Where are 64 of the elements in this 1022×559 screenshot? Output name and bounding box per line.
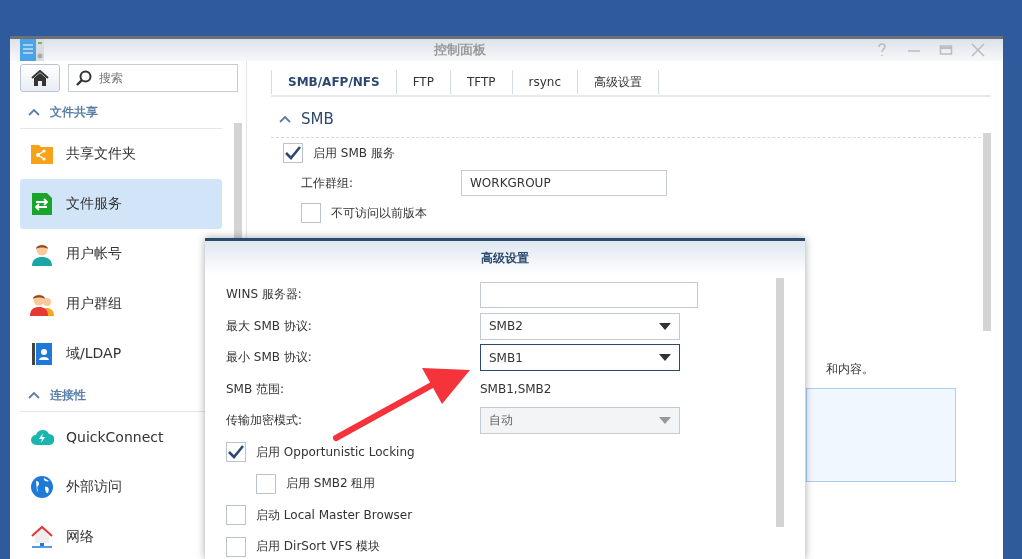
- tab[interactable]: rsync: [512, 70, 579, 94]
- sidebar-item[interactable]: 用户群组: [20, 279, 222, 329]
- globe-icon: [30, 475, 54, 499]
- caret-icon: [659, 354, 671, 362]
- field-label: WINS 服务器:: [226, 286, 303, 304]
- dropdown[interactable]: SMB2: [480, 312, 680, 340]
- description-text: 和内容。: [826, 361, 874, 378]
- folder-icon: [30, 142, 54, 166]
- checkbox[interactable]: [226, 505, 246, 526]
- scrollbar[interactable]: [776, 278, 784, 527]
- field-label: 工作群组:: [301, 174, 355, 192]
- group-heading: 文件共享: [50, 103, 98, 121]
- sidebar-item[interactable]: 网络: [20, 512, 222, 559]
- contact-book-icon: [30, 342, 54, 366]
- checkbox-label: 启用 SMB 服务: [313, 144, 395, 162]
- tab[interactable]: SMB/AFP/NFS: [271, 70, 397, 94]
- sidebar-item[interactable]: QuickConnect: [20, 412, 222, 462]
- checkbox-label: 启用 DirSort VFS 模块: [256, 538, 381, 556]
- checkbox[interactable]: [301, 203, 321, 223]
- caret-icon: [659, 322, 671, 330]
- tab[interactable]: 高级设置: [578, 70, 660, 94]
- sidebar-item[interactable]: 外部访问: [20, 462, 222, 512]
- checkbox[interactable]: [226, 442, 246, 463]
- app-icon: [20, 39, 44, 61]
- field-label: 传输加密模式:: [226, 412, 304, 430]
- field-label: SMB 范围:: [226, 380, 286, 398]
- file-arrows-icon: [30, 192, 54, 216]
- house-network-icon: [30, 525, 54, 549]
- section-title: SMB: [301, 110, 334, 128]
- group-heading: 连接性: [50, 386, 86, 404]
- sidebar-item[interactable]: 域/LDAP: [20, 329, 222, 379]
- search-field[interactable]: 搜索: [68, 64, 238, 92]
- maximize-icon[interactable]: [939, 43, 953, 57]
- collapse-chevron-icon[interactable]: [279, 115, 291, 123]
- field-label: 最小 SMB 协议:: [226, 349, 313, 367]
- window-title: 控制面板: [432, 41, 487, 59]
- user-icon: [30, 242, 54, 266]
- input-field[interactable]: [480, 281, 698, 308]
- dropdown[interactable]: SMB1: [480, 344, 680, 372]
- workgroup-field[interactable]: WORKGROUP: [461, 170, 667, 196]
- scrollbar[interactable]: [983, 133, 991, 331]
- users-icon: [30, 292, 54, 316]
- checkbox[interactable]: [226, 536, 246, 557]
- collapse-chevron-icon[interactable]: [28, 108, 40, 116]
- field-value: SMB1,SMB2: [480, 382, 552, 397]
- sidebar-item[interactable]: 共享文件夹: [20, 129, 222, 179]
- checkbox-label: 启用 Opportunistic Locking: [256, 443, 415, 461]
- checkbox-label: 启动 Local Master Browser: [256, 506, 413, 524]
- help-icon[interactable]: [875, 43, 889, 57]
- dialog-title: 高级设置: [205, 241, 805, 275]
- search-icon: [76, 70, 92, 86]
- checkbox[interactable]: [256, 473, 276, 494]
- checkbox-label: 不可访问以前版本: [331, 204, 427, 222]
- home-icon: [31, 70, 49, 86]
- collapse-chevron-icon[interactable]: [28, 391, 40, 399]
- close-icon[interactable]: [971, 43, 985, 57]
- tab[interactable]: TFTP: [450, 70, 513, 94]
- tab[interactable]: FTP: [396, 70, 451, 94]
- sidebar-item[interactable]: 文件服务: [20, 179, 222, 229]
- checkbox[interactable]: [283, 143, 303, 163]
- field-label: 最大 SMB 协议:: [226, 317, 313, 335]
- home-button[interactable]: [20, 64, 60, 92]
- caret-icon: [659, 417, 671, 425]
- checkbox-label: 启用 SMB2 租用: [286, 475, 376, 493]
